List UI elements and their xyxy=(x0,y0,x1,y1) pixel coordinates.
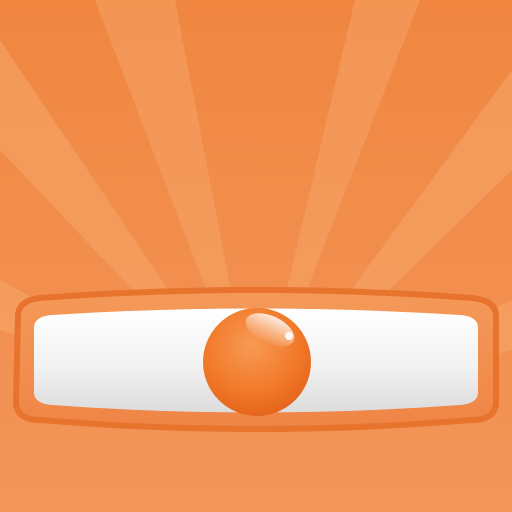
level-app-icon xyxy=(0,0,512,512)
background xyxy=(0,0,512,512)
level-icon-graphic xyxy=(0,0,512,512)
